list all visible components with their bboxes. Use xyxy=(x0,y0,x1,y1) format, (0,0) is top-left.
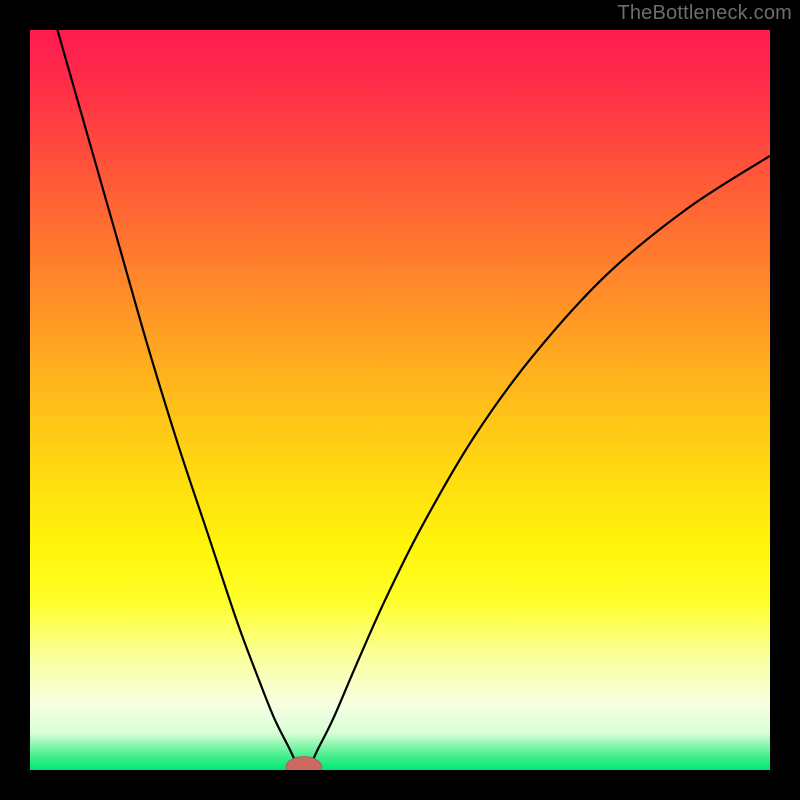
bottleneck-curve xyxy=(30,30,770,770)
watermark-text: TheBottleneck.com xyxy=(617,2,792,25)
chart-frame: TheBottleneck.com xyxy=(0,0,800,800)
optimum-marker xyxy=(286,757,322,770)
curve-svg xyxy=(30,30,770,770)
plot-area xyxy=(30,30,770,770)
